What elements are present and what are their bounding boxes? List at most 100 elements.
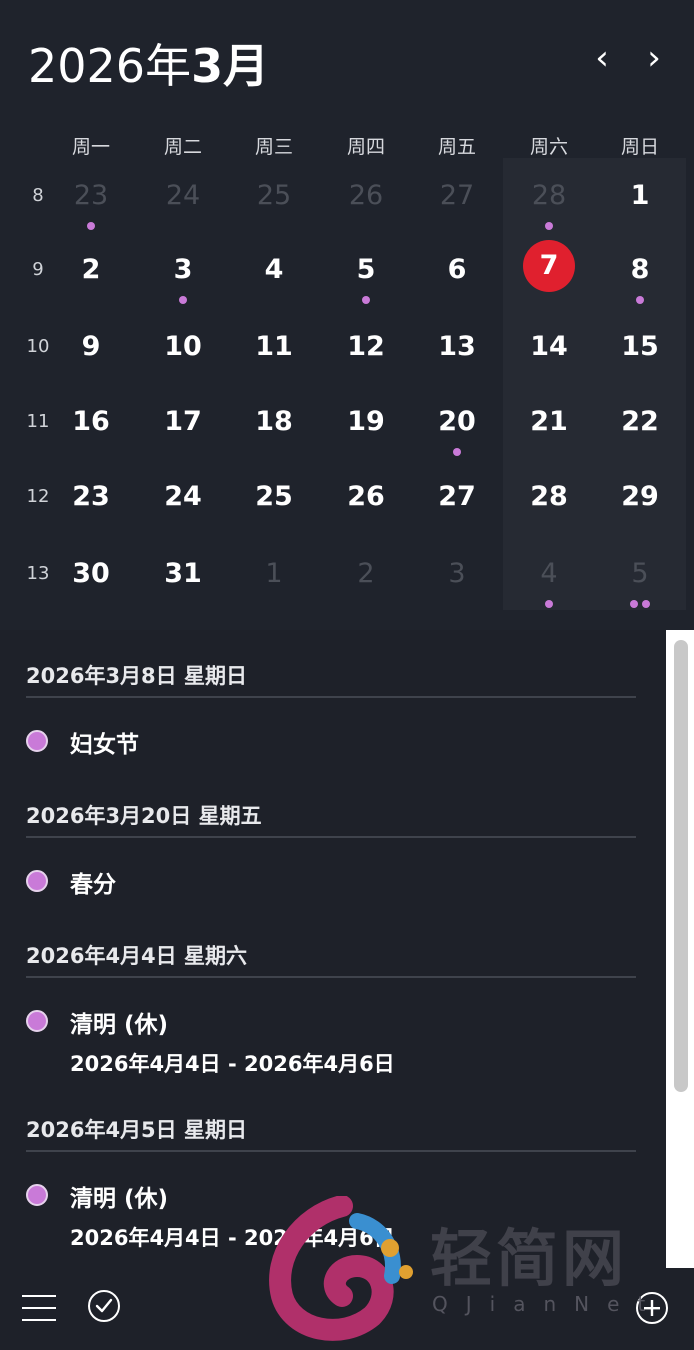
event-date-heading: 2026年3月8日 星期日 — [26, 664, 247, 688]
day-cell[interactable]: 23 — [51, 168, 131, 234]
event-indicator-dot — [636, 296, 644, 304]
day-number: 4 — [264, 254, 284, 285]
section-divider — [26, 976, 636, 978]
day-cell[interactable]: 9 — [51, 319, 131, 385]
event-title[interactable]: 清明 (休) — [70, 1179, 168, 1213]
event-indicator-dot — [453, 448, 461, 456]
day-cell[interactable]: 26 — [326, 469, 406, 535]
day-number: 17 — [164, 406, 202, 437]
day-number: 24 — [164, 481, 202, 512]
day-number: 28 — [530, 481, 568, 512]
day-number: 5 — [356, 254, 376, 285]
prev-month-button[interactable]: ‹ — [584, 38, 620, 78]
day-cell[interactable]: 4 — [509, 546, 589, 612]
day-cell[interactable]: 23 — [51, 469, 131, 535]
chevron-right-icon: › — [647, 38, 661, 78]
day-cell[interactable]: 28 — [509, 168, 589, 234]
day-cell-today[interactable]: 7 — [509, 240, 589, 308]
weekday-label: 周六 — [529, 136, 568, 158]
event-calendar-dot[interactable] — [26, 730, 48, 752]
event-date-range: 2026年4月4日 - 2026年4月6日 — [70, 1226, 395, 1250]
day-number: 22 — [621, 406, 659, 437]
day-cell[interactable]: 6 — [417, 242, 497, 308]
day-number: 26 — [348, 180, 384, 211]
month-title: 2026年3月 — [28, 39, 270, 93]
day-number: 26 — [347, 481, 385, 512]
day-number: 16 — [72, 406, 110, 437]
day-number: 18 — [255, 406, 293, 437]
calendar-panel: 2026年3月 ‹ › 周一 周二 周三 周四 周五 周六 周日 8 23 24 25 26 27 28… — [0, 0, 694, 1350]
event-indicator-dot — [545, 222, 553, 230]
day-cell[interactable]: 19 — [326, 394, 406, 460]
day-number: 31 — [164, 558, 202, 589]
day-cell[interactable]: 3 — [417, 546, 497, 612]
event-indicator-dot — [545, 600, 553, 608]
day-cell[interactable]: 11 — [234, 319, 314, 385]
day-number: 15 — [621, 331, 659, 362]
day-cell[interactable]: 22 — [600, 394, 680, 460]
day-cell[interactable]: 2 — [51, 242, 131, 308]
scrollbar-thumb[interactable] — [674, 640, 688, 1092]
day-cell[interactable]: 26 — [326, 168, 406, 234]
event-calendar-dot[interactable] — [26, 1184, 48, 1206]
day-number: 8 — [630, 254, 650, 285]
day-number: 14 — [530, 331, 568, 362]
day-cell[interactable]: 17 — [143, 394, 223, 460]
day-cell[interactable]: 3 — [143, 242, 223, 308]
day-cell[interactable]: 12 — [326, 319, 406, 385]
event-title[interactable]: 春分 — [70, 865, 116, 899]
day-number: 28 — [531, 180, 567, 211]
day-cell[interactable]: 30 — [51, 546, 131, 612]
check-circle-icon[interactable] — [86, 1288, 122, 1324]
day-cell[interactable]: 1 — [234, 546, 314, 612]
day-cell[interactable]: 25 — [234, 168, 314, 234]
day-number: 23 — [73, 180, 109, 211]
day-number: 21 — [530, 406, 568, 437]
day-cell[interactable]: 5 — [326, 242, 406, 308]
day-number: 23 — [72, 481, 110, 512]
weekday-label: 周一 — [71, 136, 110, 158]
day-cell[interactable]: 1 — [600, 168, 680, 234]
plus-circle-icon[interactable] — [634, 1290, 670, 1326]
day-cell[interactable]: 2 — [326, 546, 406, 612]
day-number: 2 — [357, 558, 375, 589]
day-cell[interactable]: 27 — [417, 168, 497, 234]
event-calendar-dot[interactable] — [26, 870, 48, 892]
day-cell[interactable]: 29 — [600, 469, 680, 535]
day-cell[interactable]: 15 — [600, 319, 680, 385]
day-cell[interactable]: 25 — [234, 469, 314, 535]
day-cell[interactable]: 31 — [143, 546, 223, 612]
day-cell[interactable]: 24 — [143, 168, 223, 234]
day-cell[interactable]: 28 — [509, 469, 589, 535]
event-title[interactable]: 妇女节 — [70, 725, 139, 759]
day-cell[interactable]: 27 — [417, 469, 497, 535]
day-cell[interactable]: 5 — [600, 546, 680, 612]
event-list[interactable]: 2026年3月8日 星期日 妇女节 2026年3月20日 星期五 春分 2026年4月4… — [0, 630, 666, 1270]
day-number: 3 — [173, 254, 193, 285]
day-cell[interactable]: 16 — [51, 394, 131, 460]
day-cell[interactable]: 24 — [143, 469, 223, 535]
day-number: 20 — [438, 406, 476, 437]
month-header: 2026年3月 — [28, 30, 270, 93]
day-number: 4 — [540, 558, 558, 589]
day-number: 19 — [347, 406, 385, 437]
day-cell[interactable]: 13 — [417, 319, 497, 385]
day-cell[interactable]: 20 — [417, 394, 497, 460]
event-calendar-dot[interactable] — [26, 1010, 48, 1032]
day-number: 5 — [631, 558, 649, 589]
hamburger-menu-icon[interactable] — [22, 1292, 58, 1324]
day-number: 10 — [164, 331, 202, 362]
day-cell[interactable]: 21 — [509, 394, 589, 460]
day-cell[interactable]: 18 — [234, 394, 314, 460]
event-date-heading: 2026年4月4日 星期六 — [26, 944, 247, 968]
day-number: 1 — [630, 180, 650, 211]
day-number: 30 — [72, 558, 110, 589]
day-cell[interactable]: 10 — [143, 319, 223, 385]
event-title[interactable]: 清明 (休) — [70, 1005, 168, 1039]
day-cell[interactable]: 14 — [509, 319, 589, 385]
day-number: 3 — [448, 558, 466, 589]
day-number: 6 — [447, 254, 467, 285]
next-month-button[interactable]: › — [636, 38, 672, 78]
day-cell[interactable]: 8 — [600, 242, 680, 308]
day-cell[interactable]: 4 — [234, 242, 314, 308]
